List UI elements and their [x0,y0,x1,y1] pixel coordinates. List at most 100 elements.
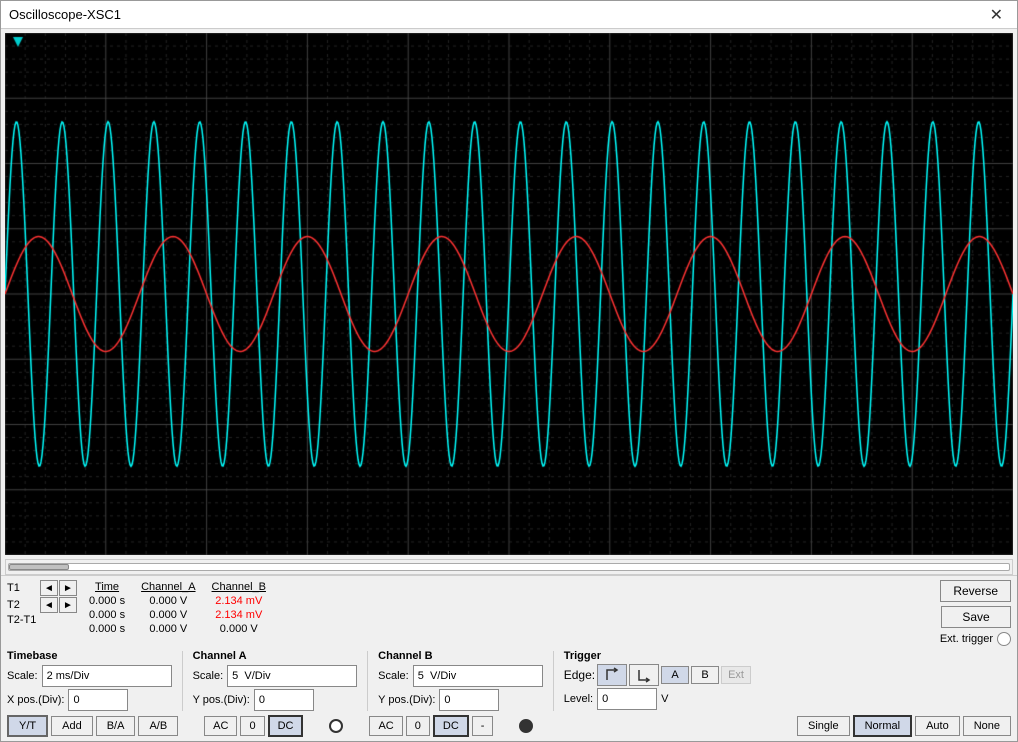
channel-b-scale-input[interactable] [413,665,543,687]
t2-right-btn[interactable]: ► [59,597,77,613]
t2t1-cursor-row: T2-T1 [7,614,77,626]
t1-cursor-row: T1 ◄ ► [7,580,77,596]
col-channel-b: Channel_B [204,580,274,594]
t1-right-btn[interactable]: ► [59,580,77,596]
normal-btn[interactable]: Normal [853,715,912,737]
divider-2 [367,651,368,711]
cursor-labels: T1 ◄ ► T2 ◄ ► T2-T1 [7,580,77,626]
t1-btn-group: ◄ ► [40,580,77,596]
channel-b-ypos-label: Y pos.(Div): [378,694,435,706]
channel-b-scale-label: Scale: [378,670,409,682]
reverse-button[interactable]: Reverse [940,580,1011,602]
t2t1-label: T2-T1 [7,614,37,626]
scrollbar-area[interactable] [5,559,1013,575]
add-btn[interactable]: Add [51,716,93,736]
t2t1-row: 0.000 s 0.000 V 0.000 V [81,622,274,636]
chb-dc-btn[interactable]: DC [433,715,469,737]
t1-left-btn[interactable]: ◄ [40,580,58,596]
window-title: Oscilloscope-XSC1 [9,7,121,22]
t2-cursor-row: T2 ◄ ► [7,597,77,613]
cha-radio[interactable] [329,719,343,733]
scrollbar-track[interactable] [8,563,1010,571]
channel-a-scale-input[interactable] [227,665,357,687]
trigger-b-btn[interactable]: B [691,666,719,684]
timebase-scale-row: Scale: [7,665,172,687]
t2t1-time: 0.000 s [81,622,133,636]
channel-a-ypos-input[interactable] [254,689,314,711]
channel-a-title: Channel A [193,650,358,662]
t2t1-chb: 0.000 V [204,622,274,636]
col-time: Time [81,580,133,594]
oscilloscope-screen [5,33,1013,555]
t1-label: T1 [7,582,37,594]
channel-b-title: Channel B [378,650,543,662]
chb-zero-btn[interactable]: 0 [406,716,430,736]
timebase-xpos-row: X pos.(Div): [7,689,172,711]
settings-row: Timebase Scale: X pos.(Div): Channel A S… [7,650,1011,711]
measurements-row: T1 ◄ ► T2 ◄ ► T2-T1 [7,580,1011,646]
rise-icon [604,667,620,683]
chb-ac-btn[interactable]: AC [369,716,402,736]
channel-a-ypos-label: Y pos.(Div): [193,694,250,706]
trigger-level-input[interactable] [597,688,657,710]
chb-minus-btn[interactable]: - [472,716,494,736]
auto-btn[interactable]: Auto [915,716,960,736]
trigger-level-label: Level: [564,693,593,705]
cha-dc-btn[interactable]: DC [268,715,304,737]
oscilloscope-window: Oscilloscope-XSC1 ✕ T1 ◄ ► T2 [0,0,1018,742]
t2-chb: 2.134 mV [204,608,274,622]
channel-b-scale-row: Scale: [378,665,543,687]
t1-row: 0.000 s 0.000 V 2.134 mV [81,594,274,608]
timebase-xpos-label: X pos.(Div): [7,694,64,706]
channel-a-scale-label: Scale: [193,670,224,682]
divider-1 [182,651,183,711]
ext-trigger-label: Ext. trigger [940,633,993,645]
cha-zero-btn[interactable]: 0 [240,716,264,736]
channel-b-ypos-input[interactable] [439,689,499,711]
t2-cha: 0.000 V [133,608,203,622]
cha-ac-btn[interactable]: AC [204,716,237,736]
scrollbar-thumb[interactable] [9,564,69,570]
ext-trigger-radio[interactable] [997,632,1011,646]
t2-left-btn[interactable]: ◄ [40,597,58,613]
timebase-scale-input[interactable] [42,665,172,687]
trigger-a-btn[interactable]: A [661,666,689,684]
scope-canvas [5,33,1013,555]
fall-icon [636,667,652,683]
col-channel-a: Channel_A [133,580,203,594]
chb-radio[interactable] [519,719,533,733]
channel-b-ypos-row: Y pos.(Div): [378,689,543,711]
t1-time: 0.000 s [81,594,133,608]
none-btn[interactable]: None [963,716,1011,736]
measurements-table: Time Channel_A Channel_B 0.000 s 0.000 V… [81,580,274,636]
t2-label: T2 [7,599,37,611]
channel-a-group: Channel A Scale: Y pos.(Div): [193,650,358,711]
trigger-edge-row: Edge: A B Ext [564,664,751,686]
t2-row: 0.000 s 0.000 V 2.134 mV [81,608,274,622]
channel-a-scale-row: Scale: [193,665,358,687]
t1-chb: 2.134 mV [204,594,274,608]
save-button[interactable]: Save [941,606,1011,628]
trigger-fall-btn[interactable] [629,664,659,686]
single-btn[interactable]: Single [797,716,850,736]
controls-area: T1 ◄ ► T2 ◄ ► T2-T1 [1,575,1017,741]
timebase-xpos-input[interactable] [68,689,128,711]
title-bar: Oscilloscope-XSC1 ✕ [1,1,1017,29]
right-buttons: Reverse Save Ext. trigger [940,580,1011,646]
bottom-buttons-row: Y/T Add B/A A/B AC 0 DC AC 0 DC - Single [7,715,1011,737]
close-button[interactable]: ✕ [984,3,1009,27]
ab-btn[interactable]: A/B [138,716,178,736]
trigger-title: Trigger [564,650,751,662]
trigger-v-label: V [661,693,668,705]
yt-btn[interactable]: Y/T [7,715,48,737]
channel-b-group: Channel B Scale: Y pos.(Div): [378,650,543,711]
timebase-group: Timebase Scale: X pos.(Div): [7,650,172,711]
timebase-title: Timebase [7,650,172,662]
ba-btn[interactable]: B/A [96,716,136,736]
trigger-rise-btn[interactable] [597,664,627,686]
timebase-scale-label: Scale: [7,670,38,682]
ext-trigger-row: Ext. trigger [940,632,1011,646]
t1-cha: 0.000 V [133,594,203,608]
divider-3 [553,651,554,711]
trigger-level-row: Level: V [564,688,751,710]
